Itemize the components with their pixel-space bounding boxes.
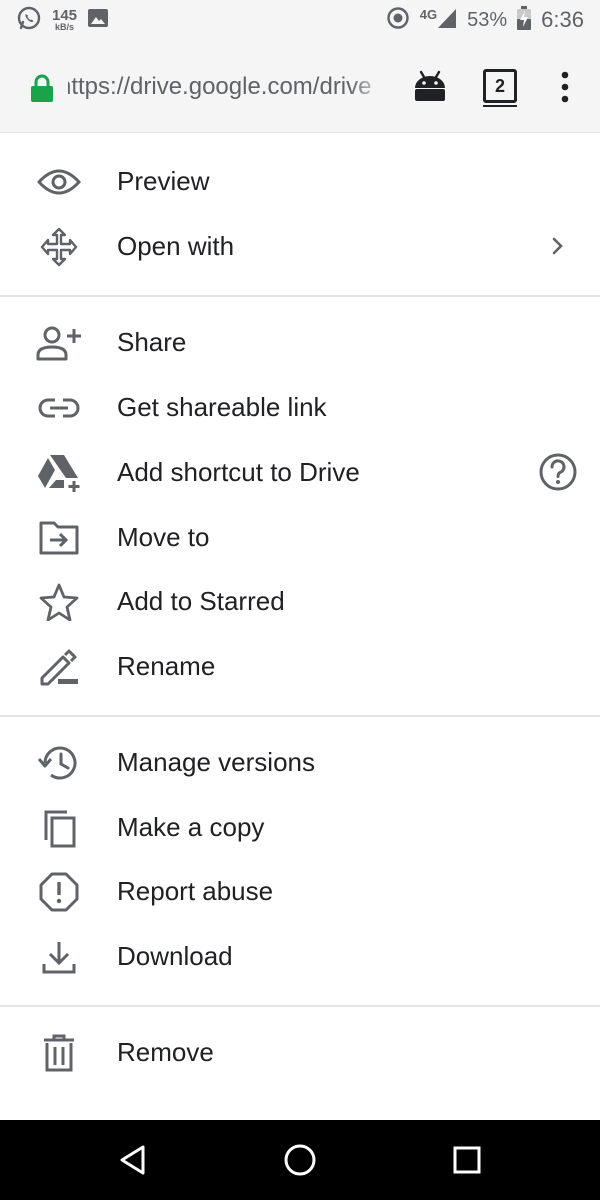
menu-item-make-copy[interactable]: Make a copy bbox=[0, 795, 600, 859]
menu-divider bbox=[0, 295, 600, 297]
menu-item-label: Move to bbox=[117, 522, 210, 552]
browser-toolbar: https://drive.google.com/drive 2 bbox=[0, 40, 600, 133]
data-saver-icon bbox=[386, 6, 410, 35]
menu-item-remove[interactable]: Remove bbox=[0, 1020, 600, 1084]
star-outline-icon bbox=[36, 583, 82, 621]
back-icon[interactable] bbox=[113, 1140, 153, 1180]
net-speed-value: 145 bbox=[52, 7, 78, 24]
recents-icon[interactable] bbox=[447, 1140, 487, 1180]
help-circle-icon[interactable] bbox=[538, 452, 578, 492]
battery-charging-icon bbox=[517, 5, 532, 35]
menu-item-share[interactable]: Share bbox=[0, 310, 600, 374]
chevron-right-icon bbox=[538, 226, 578, 266]
url-field[interactable]: https://drive.google.com/drive bbox=[68, 70, 388, 104]
download-icon bbox=[36, 938, 82, 976]
menu-item-report-abuse[interactable]: Report abuse bbox=[0, 859, 600, 923]
copy-icon bbox=[36, 809, 82, 848]
status-right: 4G 53% 6:36 bbox=[386, 5, 584, 35]
menu-item-label: Make a copy bbox=[117, 812, 265, 842]
move-arrows-icon bbox=[36, 227, 82, 267]
menu-item-preview[interactable]: Preview bbox=[0, 149, 600, 213]
network-type: 4G bbox=[419, 6, 438, 22]
menu-item-move-to[interactable]: Move to bbox=[0, 505, 600, 569]
menu-item-label: Rename bbox=[117, 651, 216, 681]
report-icon bbox=[36, 872, 82, 912]
menu-item-get-link[interactable]: Get shareable link bbox=[0, 375, 600, 439]
tabs-button[interactable]: 2 bbox=[483, 69, 517, 103]
clock: 6:36 bbox=[541, 7, 584, 32]
menu-item-label: Manage versions bbox=[117, 747, 315, 777]
history-icon bbox=[36, 744, 82, 782]
signal-icon bbox=[437, 7, 457, 34]
menu-item-label: Report abuse bbox=[117, 876, 274, 906]
screen: 145 kB/s 4G 53% 6:36 https://drive.googl… bbox=[0, 0, 600, 1200]
status-left: 145 kB/s bbox=[16, 6, 109, 34]
menu-item-open-with[interactable]: Open with bbox=[0, 214, 600, 278]
eye-icon bbox=[36, 163, 82, 201]
person-add-icon bbox=[36, 324, 82, 362]
link-icon bbox=[36, 389, 82, 427]
tabs-underline bbox=[483, 105, 517, 107]
signal-indicator: 4G bbox=[420, 7, 457, 34]
url-text: https://drive.google.com/drive bbox=[68, 73, 372, 100]
menu-item-label: Add to Starred bbox=[117, 586, 285, 616]
pencil-icon bbox=[36, 648, 82, 686]
menu-item-rename[interactable]: Rename bbox=[0, 634, 600, 698]
home-icon[interactable] bbox=[280, 1140, 320, 1180]
overflow-menu-icon[interactable] bbox=[556, 70, 574, 109]
menu-item-label: Remove bbox=[117, 1037, 214, 1067]
menu-item-add-shortcut[interactable]: Add shortcut to Drive bbox=[0, 440, 600, 504]
status-bar: 145 kB/s 4G 53% 6:36 bbox=[0, 0, 600, 40]
menu-item-add-starred[interactable]: Add to Starred bbox=[0, 569, 600, 633]
net-speed-unit: kB/s bbox=[55, 22, 75, 32]
menu-item-label: Download bbox=[117, 941, 233, 971]
system-nav-bar bbox=[0, 1120, 600, 1200]
image-icon bbox=[87, 8, 109, 33]
trash-icon bbox=[36, 1034, 82, 1072]
lock-icon[interactable] bbox=[30, 74, 54, 107]
android-icon[interactable] bbox=[412, 70, 448, 107]
menu-item-label: Add shortcut to Drive bbox=[117, 457, 360, 487]
menu-item-label: Get shareable link bbox=[117, 392, 327, 422]
menu-item-label: Preview bbox=[117, 166, 210, 196]
menu-item-label: Open with bbox=[117, 231, 235, 261]
drive-add-icon bbox=[36, 454, 82, 492]
folder-move-icon bbox=[36, 519, 82, 557]
whatsapp-icon bbox=[16, 5, 42, 36]
menu-item-manage-versions[interactable]: Manage versions bbox=[0, 730, 600, 794]
battery-percent: 53% bbox=[467, 8, 508, 31]
menu-divider bbox=[0, 715, 600, 717]
net-speed: 145 kB/s bbox=[52, 8, 77, 32]
menu-divider bbox=[0, 1005, 600, 1007]
menu-item-download[interactable]: Download bbox=[0, 924, 600, 988]
menu-item-label: Share bbox=[117, 327, 187, 357]
